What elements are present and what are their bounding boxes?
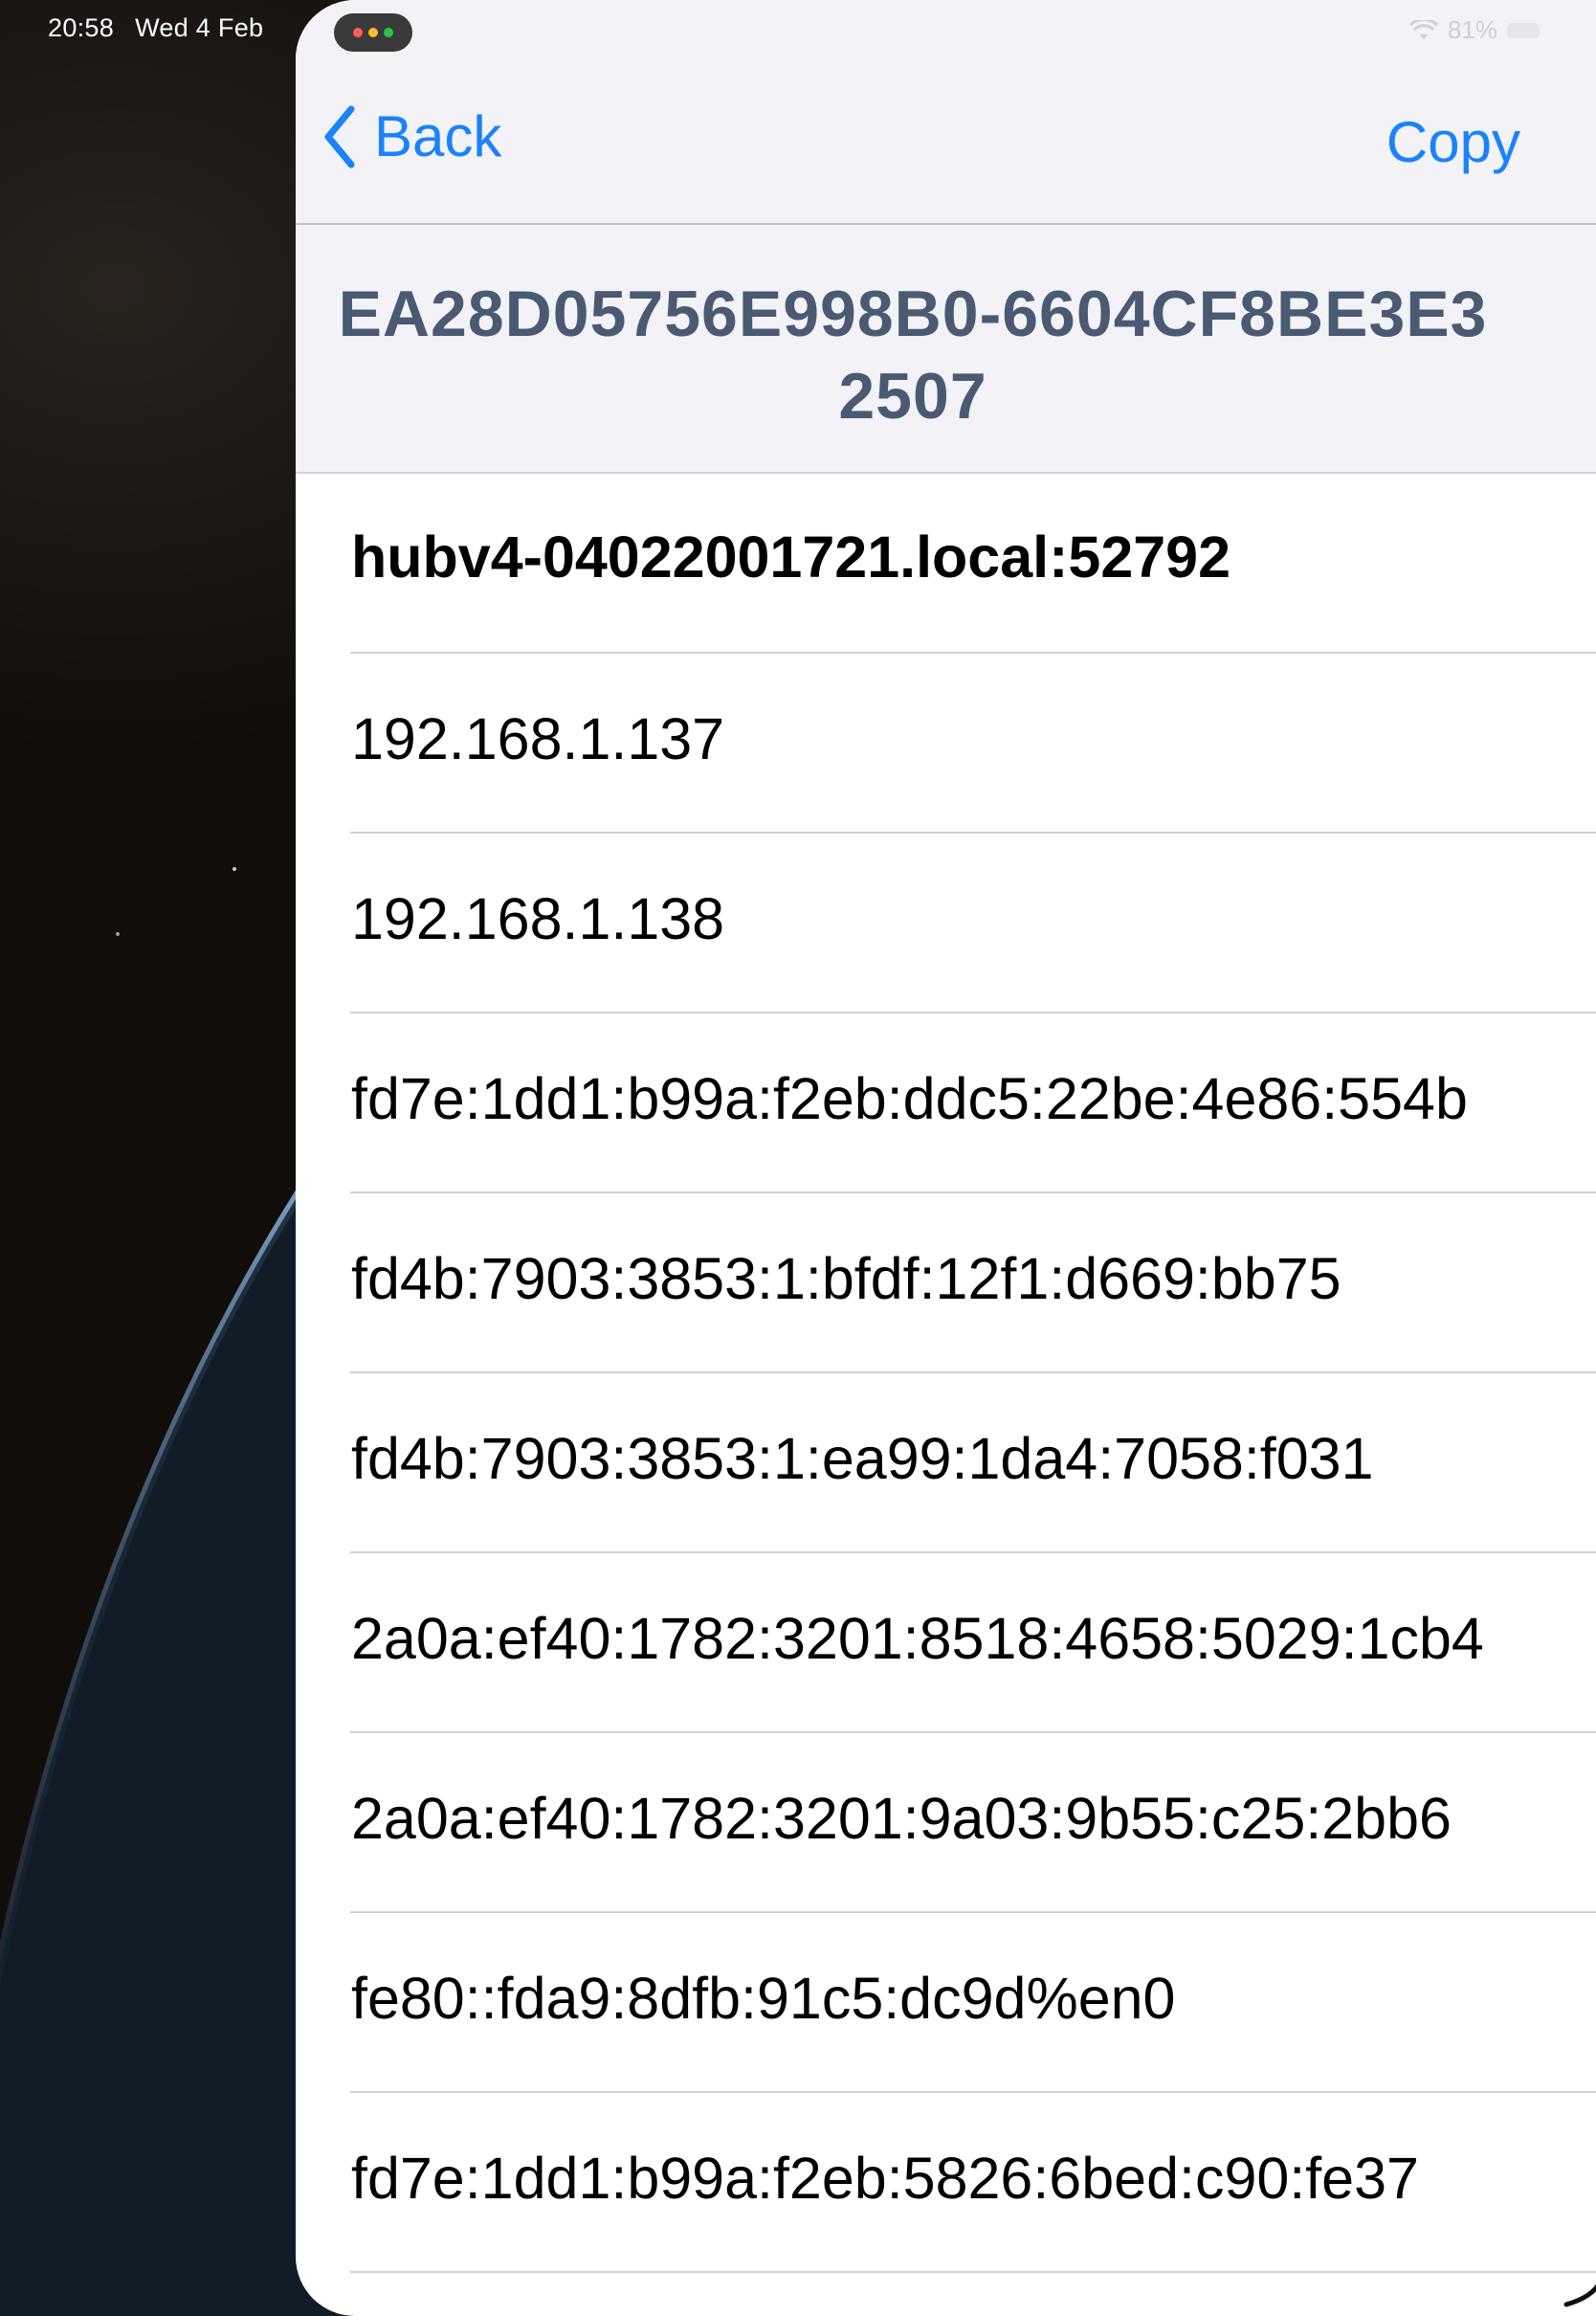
list-item[interactable]: fd4b:7903:3853:1:bfdf:12f1:d669:bb75 xyxy=(296,1193,1596,1373)
address-text: 192.168.1.137 xyxy=(351,706,725,771)
address-text: fd4b:7903:3853:1:bfdf:12f1:d669:bb75 xyxy=(351,1246,1341,1311)
multitask-dot-red xyxy=(353,28,363,37)
address-text: 192.168.1.138 xyxy=(351,886,725,951)
list-item[interactable]: 192.168.1.137 xyxy=(296,654,1596,834)
status-bar-right: 81% xyxy=(1408,15,1540,45)
status-time: 20:58 xyxy=(48,13,115,42)
list-item[interactable]: fd4b:7903:3853:1:ea99:1da4:7058:f031 xyxy=(296,1373,1596,1553)
section-header: EA28D05756E998B0-6604CF8BE3E32507 xyxy=(296,225,1596,474)
back-button-label: Back xyxy=(374,104,502,168)
battery-icon xyxy=(1507,22,1540,38)
chevron-left-icon xyxy=(324,105,355,167)
address-text: 2a0a:ef40:1782:3201:9a03:9b55:c25:2bb6 xyxy=(351,1786,1452,1851)
multitask-dot-green xyxy=(384,28,393,37)
list-item[interactable]: fe80::fda9:8dfb:91c5:dc9d%en0 xyxy=(296,1913,1596,2093)
ipad-screen: 20:58 Wed 4 Feb 81% Back Copy EA28D05756… xyxy=(0,0,1596,2316)
list-item[interactable]: fd7e:1dd1:b99a:f2eb:ddc5:22be:4e86:554b xyxy=(296,1013,1596,1193)
device-identifier-title: EA28D05756E998B0-6604CF8BE3E32507 xyxy=(338,278,1488,433)
address-text: 2a0a:ef40:1782:3201:8518:4658:5029:1cb4 xyxy=(351,1606,1484,1671)
multitask-dot-yellow xyxy=(368,28,378,37)
list-item[interactable]: 192.168.1.138 xyxy=(296,834,1596,1013)
window-resize-handle[interactable] xyxy=(1555,2255,1596,2312)
address-text: fd4b:7903:3853:1:ea99:1da4:7058:f031 xyxy=(351,1426,1374,1491)
address-list: hubv4-04022001721.local:52792 192.168.1.… xyxy=(296,474,1596,2273)
battery-percent: 81% xyxy=(1447,15,1497,44)
status-bar-left: 20:58 Wed 4 Feb xyxy=(48,13,263,43)
address-text: fd7e:1dd1:b99a:f2eb:ddc5:22be:4e86:554b xyxy=(351,1066,1468,1131)
address-text: hubv4-04022001721.local:52792 xyxy=(351,524,1231,590)
back-button[interactable]: Back xyxy=(322,103,501,169)
app-window: 81% Back Copy EA28D05756E998B0-6604CF8BE… xyxy=(296,0,1596,2316)
list-item[interactable]: hubv4-04022001721.local:52792 xyxy=(296,474,1596,654)
multitasking-button[interactable] xyxy=(334,13,412,52)
list-item[interactable]: 2a0a:ef40:1782:3201:8518:4658:5029:1cb4 xyxy=(296,1553,1596,1733)
wifi-icon xyxy=(1408,19,1438,39)
list-item[interactable]: 2a0a:ef40:1782:3201:9a03:9b55:c25:2bb6 xyxy=(296,1733,1596,1913)
navigation-bar: Back Copy xyxy=(296,0,1596,225)
copy-button[interactable]: Copy xyxy=(1386,109,1520,175)
address-text: fd7e:1dd1:b99a:f2eb:5826:6bed:c90:fe37 xyxy=(351,2146,1419,2211)
list-item[interactable]: fd7e:1dd1:b99a:f2eb:5826:6bed:c90:fe37 xyxy=(296,2093,1596,2273)
address-text: fe80::fda9:8dfb:91c5:dc9d%en0 xyxy=(351,1966,1176,2031)
row-separator xyxy=(350,2271,1596,2273)
status-date: Wed 4 Feb xyxy=(135,13,264,42)
